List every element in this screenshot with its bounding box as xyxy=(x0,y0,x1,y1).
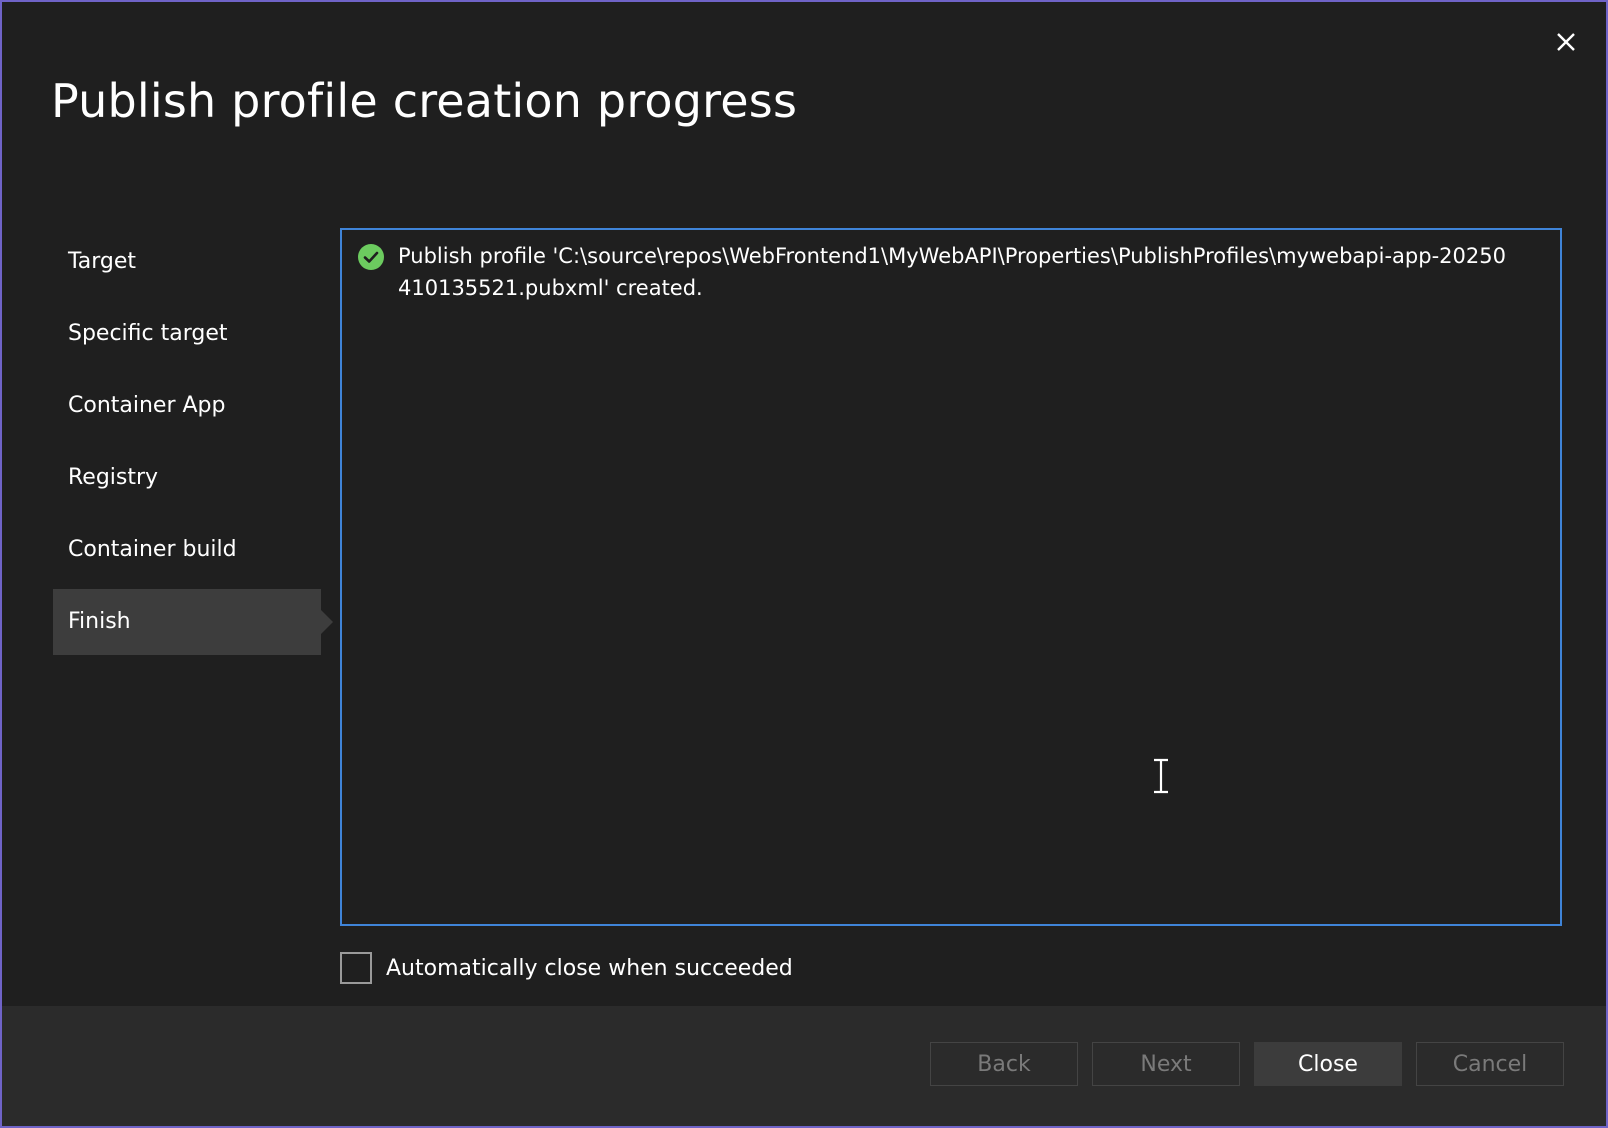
step-registry[interactable]: Registry xyxy=(53,445,321,511)
auto-close-label: Automatically close when succeeded xyxy=(386,955,793,981)
text-cursor-icon xyxy=(1150,758,1172,798)
close-button[interactable]: Close xyxy=(1254,1042,1402,1086)
step-target[interactable]: Target xyxy=(53,229,321,295)
cancel-button[interactable]: Cancel xyxy=(1416,1042,1564,1086)
step-finish[interactable]: Finish xyxy=(53,589,333,655)
dialog-footer: Back Next Close Cancel xyxy=(2,1006,1606,1126)
step-container-build[interactable]: Container build xyxy=(53,517,321,583)
close-icon[interactable] xyxy=(1552,28,1580,56)
log-message: Publish profile 'C:\source\repos\WebFron… xyxy=(398,244,1506,300)
check-circle-icon xyxy=(358,244,384,270)
publish-dialog: Publish profile creation progress Target… xyxy=(0,0,1608,1128)
wizard-steps: Target Specific target Container App Reg… xyxy=(53,229,333,661)
log-entry: Publish profile 'C:\source\repos\WebFron… xyxy=(358,240,1518,304)
auto-close-option[interactable]: Automatically close when succeeded xyxy=(340,952,793,984)
step-specific-target[interactable]: Specific target xyxy=(53,301,321,367)
dialog-title: Publish profile creation progress xyxy=(51,74,798,128)
back-button[interactable]: Back xyxy=(930,1042,1078,1086)
step-container-app[interactable]: Container App xyxy=(53,373,321,439)
next-button[interactable]: Next xyxy=(1092,1042,1240,1086)
progress-log[interactable]: Publish profile 'C:\source\repos\WebFron… xyxy=(340,228,1562,926)
auto-close-checkbox[interactable] xyxy=(340,952,372,984)
